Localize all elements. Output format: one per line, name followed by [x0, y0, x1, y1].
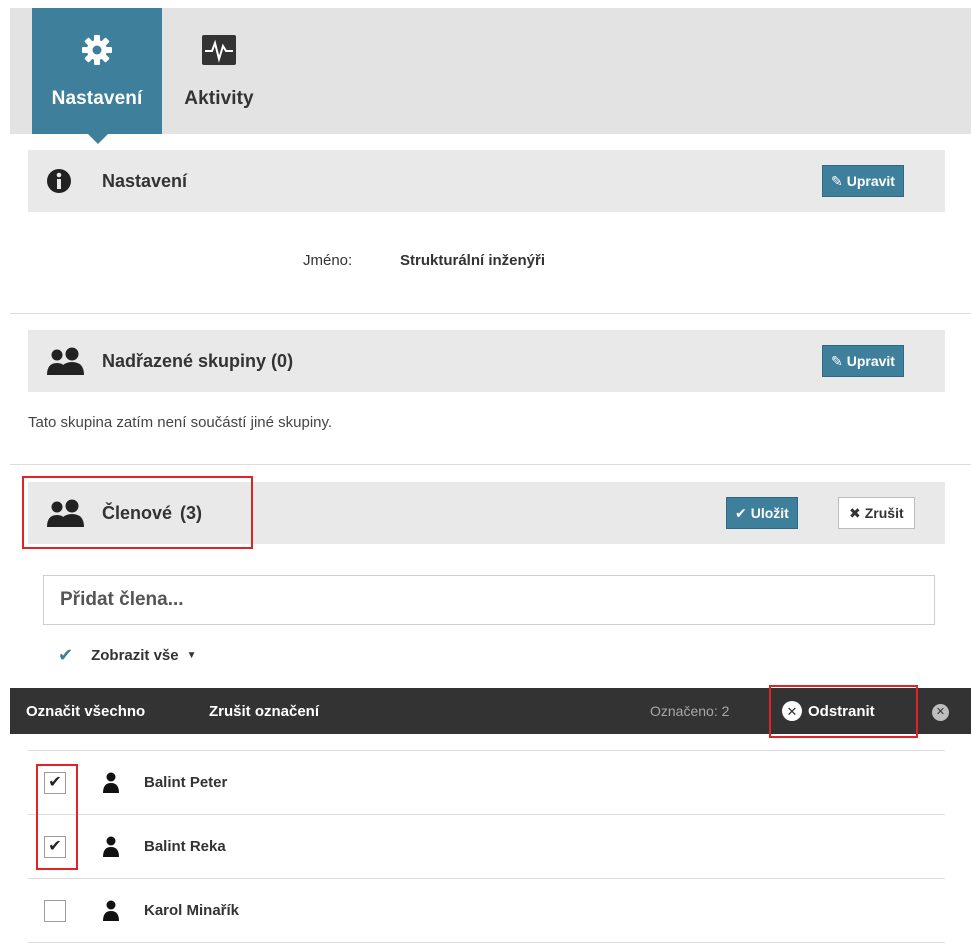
- settings-panel-title: Nastavení: [102, 170, 188, 191]
- close-action-bar-button[interactable]: ✕: [932, 702, 949, 721]
- parent-groups-title: Nadřazené skupiny (0): [102, 350, 294, 371]
- parent-groups-empty-text: Tato skupina zatím není součástí jiné sk…: [28, 414, 333, 431]
- edit-settings-label: Upravit: [846, 173, 895, 189]
- pencil-icon: ✎: [831, 172, 843, 189]
- settings-panel-header: Nastavení: [28, 150, 945, 212]
- highlight-remove-button: [769, 685, 918, 738]
- person-icon: [102, 834, 124, 860]
- close-icon: ✖: [849, 504, 861, 521]
- divider: [10, 313, 971, 314]
- checkmark-icon: ✔: [58, 645, 74, 665]
- activity-monitor-icon: [199, 30, 239, 70]
- show-all-label: Zobrazit vše: [91, 647, 179, 664]
- pencil-icon: ✎: [831, 352, 843, 369]
- cancel-members-button[interactable]: ✖ Zrušit: [838, 497, 915, 529]
- member-name: Karol Minařík: [144, 902, 240, 919]
- member-checkbox[interactable]: [44, 899, 66, 922]
- member-name: Balint Reka: [144, 838, 226, 855]
- divider: [10, 464, 971, 465]
- highlight-checked-members: [36, 764, 78, 870]
- member-row[interactable]: Karol Minařík: [28, 879, 945, 943]
- deselect-link[interactable]: Zrušit označení: [209, 703, 319, 720]
- highlight-members-title: [22, 476, 253, 549]
- member-row[interactable]: ✔ Balint Peter: [28, 751, 945, 815]
- save-members-button[interactable]: ✔ Uložit: [726, 497, 798, 529]
- select-all-link[interactable]: Označit všechno: [26, 703, 145, 720]
- gear-icon: [77, 30, 117, 70]
- name-value: Strukturální inženýři: [400, 252, 546, 269]
- info-icon: [46, 166, 90, 196]
- edit-parent-groups-button[interactable]: ✎ Upravit: [822, 345, 904, 377]
- close-circle-icon: ✕: [932, 703, 949, 721]
- tab-settings-label: Nastavení: [51, 88, 143, 109]
- name-label: Jméno:: [303, 252, 353, 269]
- edit-parent-groups-label: Upravit: [846, 353, 895, 369]
- person-icon: [102, 898, 124, 924]
- member-name: Balint Peter: [144, 774, 228, 791]
- parent-groups-header: Nadřazené skupiny (0): [28, 330, 945, 392]
- checkmark-icon: ✔: [735, 504, 747, 521]
- add-member-input[interactable]: [43, 575, 935, 625]
- cancel-members-label: Zrušit: [864, 505, 904, 521]
- person-icon: [102, 770, 124, 796]
- tab-settings[interactable]: Nastavení: [32, 8, 162, 144]
- tab-bar: Nastavení Aktivity: [10, 8, 971, 144]
- show-all-toggle[interactable]: ✔ Zobrazit vše ▼: [58, 645, 197, 666]
- caret-down-icon: ▼: [186, 650, 197, 661]
- tab-activities[interactable]: Aktivity: [170, 8, 268, 134]
- edit-settings-button[interactable]: ✎ Upravit: [822, 165, 904, 197]
- users-icon: [46, 346, 90, 376]
- save-members-label: Uložit: [750, 505, 789, 521]
- tab-activities-label: Aktivity: [184, 88, 254, 109]
- member-row[interactable]: ✔ Balint Reka: [28, 815, 945, 879]
- selected-count: Označeno: 2: [650, 703, 730, 719]
